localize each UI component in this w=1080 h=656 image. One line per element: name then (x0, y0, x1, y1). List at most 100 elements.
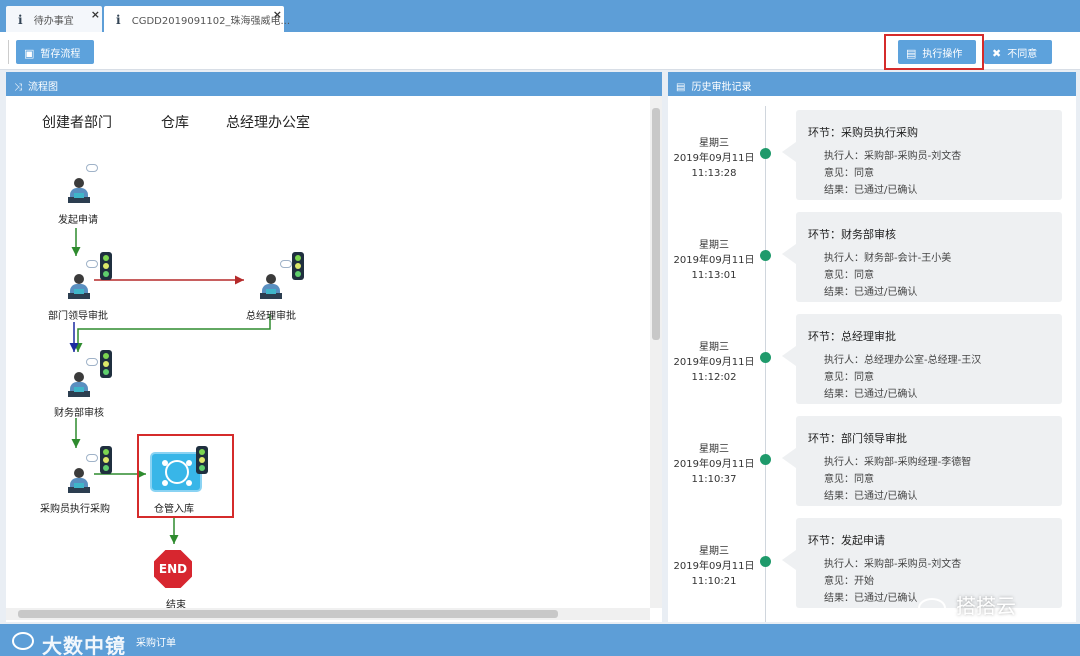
tab-bar: i 待办事宜 × i CGDD2019091102_珠海强威电... × (0, 0, 1080, 32)
record-datetime: 星期三 2019年09月11日 11:12:02 (668, 340, 760, 385)
record-executor: 执行人：财务部-会计-王小美 (824, 253, 952, 264)
node-end[interactable]: 结束 (166, 596, 186, 608)
traffic-light-icon (196, 446, 208, 474)
node-general-manager[interactable]: 总经理审批 (246, 307, 296, 322)
timeline-dot (760, 250, 771, 261)
record-opinion: 意见：同意 (824, 372, 874, 383)
close-icon[interactable]: × (91, 8, 100, 21)
record-opinion: 意见：开始 (824, 576, 874, 587)
horizontal-scrollbar[interactable] (6, 608, 650, 620)
close-icon[interactable]: × (273, 8, 282, 21)
person-icon (68, 468, 90, 496)
timeline-dot (760, 148, 771, 159)
record-result: 结果：已通过/已确认 (824, 287, 918, 298)
document-icon: ▤ (676, 82, 686, 93)
record-datetime: 星期三 2019年09月11日 11:10:37 (668, 442, 760, 487)
execute-label: 执行操作 (922, 49, 963, 60)
status-text[interactable]: 采购订单 (136, 634, 176, 649)
history-record: 星期三 2019年09月11日 11:13:28 环节：采购员执行采购 执行人：… (668, 110, 1076, 202)
timeline-dot (760, 556, 771, 567)
record-step: 环节：部门领导审批 (808, 432, 907, 445)
record-opinion: 意见：同意 (824, 168, 874, 179)
record-opinion: 意见：同意 (824, 474, 874, 485)
flow-canvas: 创建者部门 仓库 总经理办公室 发起申请 部门领导审批 总经理审批 财务部审核 … (6, 96, 650, 608)
traffic-light-icon (100, 350, 112, 378)
vertical-scrollbar[interactable] (650, 96, 662, 608)
record-result: 结果：已通过/已确认 (824, 389, 918, 400)
record-executor: 执行人：采购部-采购员-刘文杏 (824, 151, 962, 162)
record-card: 环节：总经理审批 执行人：总经理办公室-总经理-王汉 意见：同意 结果：已通过/… (782, 314, 1062, 404)
person-icon (68, 274, 90, 302)
record-datetime: 星期三 2019年09月11日 11:13:01 (668, 238, 760, 283)
node-buyer[interactable]: 采购员执行采购 (40, 500, 110, 515)
toolbar: ▣ 暂存流程 ▤ 执行操作 ✖ 不同意 (0, 32, 1080, 70)
record-executor: 执行人：采购部-采购员-刘文杏 (824, 559, 962, 570)
history-panel: ▤ 历史审批记录 星期三 2019年09月11日 11:13:28 环节：采购员执… (668, 72, 1076, 622)
record-result: 结果：已通过/已确认 (824, 491, 918, 502)
chat-bubble-icon (86, 164, 98, 172)
traffic-light-icon (292, 252, 304, 280)
record-executor: 执行人：总经理办公室-总经理-王汉 (824, 355, 982, 366)
record-weekday: 星期三 (699, 240, 729, 251)
record-step: 环节：总经理审批 (808, 330, 896, 343)
tab-todo[interactable]: i 待办事宜 × (6, 6, 102, 32)
record-date: 2019年09月11日 (673, 357, 755, 368)
record-weekday: 星期三 (699, 444, 729, 455)
watermark-left: 大数中镜 (42, 634, 126, 656)
node-start[interactable]: 发起申请 (58, 211, 98, 226)
record-datetime: 星期三 2019年09月11日 11:10:21 (668, 544, 760, 589)
history-record: 星期三 2019年09月11日 11:12:02 环节：总经理审批 执行人：总经… (668, 314, 1076, 406)
flow-chart-panel: ⤨ 流程图 创建者部门 仓库 总经理办公室 发起申请 部门领导审批 总经理审批 … (6, 72, 662, 622)
record-step: 环节：财务部审核 (808, 228, 896, 241)
warehouse-network-icon[interactable] (150, 452, 202, 492)
record-weekday: 星期三 (699, 138, 729, 149)
document-icon: ▤ (906, 47, 917, 60)
info-icon: i (18, 13, 23, 27)
panel-header: ⤨ 流程图 (6, 72, 662, 96)
record-card: 环节：采购员执行采购 执行人：采购部-采购员-刘文杏 意见：同意 结果：已通过/… (782, 110, 1062, 200)
scrollbar-thumb[interactable] (18, 610, 558, 618)
save-draft-button[interactable]: ▣ 暂存流程 (16, 40, 94, 64)
record-weekday: 星期三 (699, 342, 729, 353)
history-timeline: 星期三 2019年09月11日 11:13:28 环节：采购员执行采购 执行人：… (668, 96, 1076, 622)
record-result: 结果：已通过/已确认 (824, 593, 918, 604)
record-card: 环节：部门领导审批 执行人：采购部-采购经理-李德智 意见：同意 结果：已通过/… (782, 416, 1062, 506)
record-step: 环节：发起申请 (808, 534, 885, 547)
record-executor: 执行人：采购部-采购经理-李德智 (824, 457, 972, 468)
tab-purchase-order[interactable]: i CGDD2019091102_珠海强威电... × (104, 6, 290, 32)
traffic-light-icon (100, 252, 112, 280)
panel-title: 历史审批记录 (691, 82, 752, 93)
save-draft-label: 暂存流程 (40, 49, 81, 60)
scrollbar-thumb[interactable] (652, 108, 660, 340)
record-card: 环节：财务部审核 执行人：财务部-会计-王小美 意见：同意 结果：已通过/已确认 (782, 212, 1062, 302)
record-opinion: 意见：同意 (824, 270, 874, 281)
history-record: 星期三 2019年09月11日 11:13:01 环节：财务部审核 执行人：财务… (668, 212, 1076, 304)
node-finance[interactable]: 财务部审核 (54, 404, 104, 419)
disagree-label: 不同意 (1007, 49, 1038, 60)
record-weekday: 星期三 (699, 546, 729, 557)
execute-button[interactable]: ▤ 执行操作 (898, 40, 976, 64)
history-record: 星期三 2019年09月11日 11:10:37 环节：部门领导审批 执行人：采… (668, 416, 1076, 508)
shuffle-icon: ⤨ (14, 82, 22, 93)
record-time: 11:13:28 (691, 168, 737, 179)
status-bar: 大数中镜 采购订单 (0, 624, 1080, 656)
end-sign: END (154, 550, 192, 588)
watermark-logo-icon (12, 632, 34, 650)
node-dept-leader[interactable]: 部门领导审批 (48, 307, 108, 322)
record-time: 11:10:21 (691, 576, 737, 587)
tab-label: CGDD2019091102_珠海强威电... (131, 16, 291, 27)
record-step: 环节：采购员执行采购 (808, 126, 918, 139)
record-time: 11:12:02 (691, 372, 737, 383)
record-datetime: 星期三 2019年09月11日 11:13:28 (668, 136, 760, 181)
person-icon (68, 372, 90, 400)
node-warehouse[interactable]: 仓管入库 (154, 500, 194, 515)
watermark-right-text: 搭搭云 (956, 594, 1016, 618)
floppy-disk-icon: ▣ (24, 47, 35, 60)
panel-header: ▤ 历史审批记录 (668, 72, 1076, 96)
chat-bubble-icon (86, 358, 98, 366)
disagree-button[interactable]: ✖ 不同意 (984, 40, 1052, 64)
record-date: 2019年09月11日 (673, 255, 755, 266)
record-time: 11:10:37 (691, 474, 737, 485)
chat-bubble-icon (86, 260, 98, 268)
panel-title: 流程图 (28, 82, 58, 93)
